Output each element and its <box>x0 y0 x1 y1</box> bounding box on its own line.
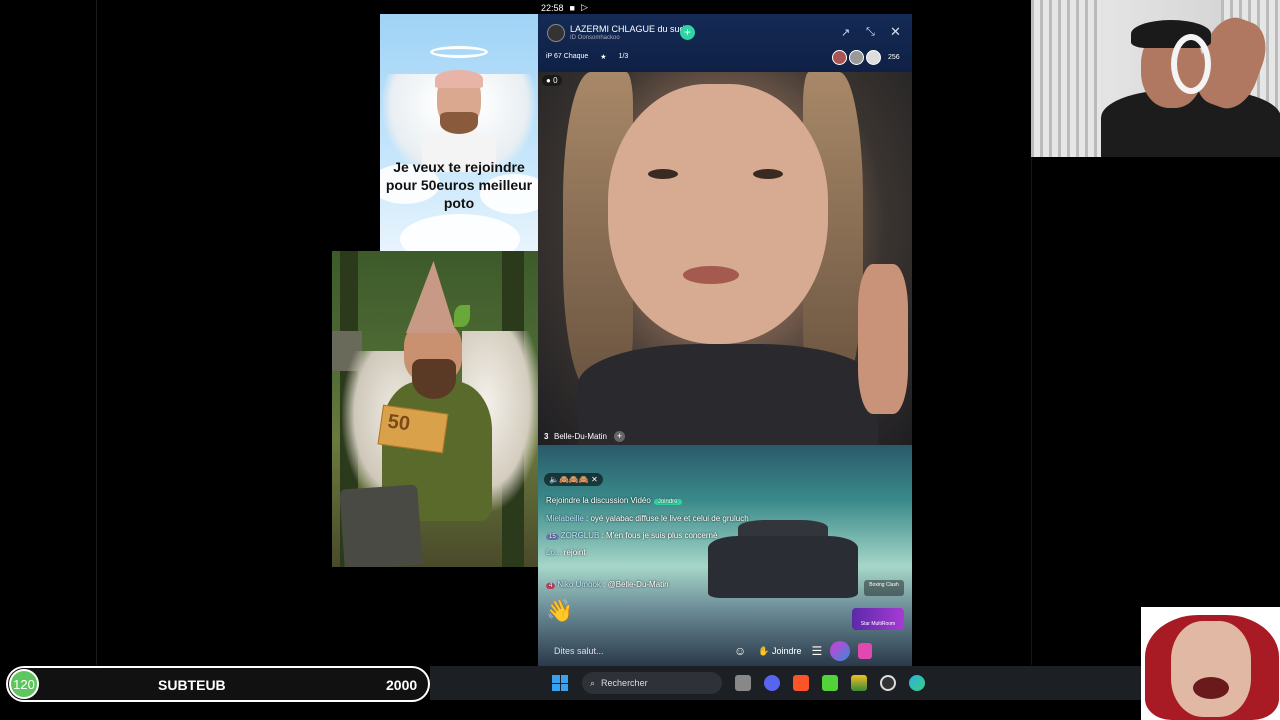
gravestone <box>339 484 423 567</box>
windows-start-icon[interactable] <box>552 675 568 691</box>
live-meta: iP 67 Chaque ★ 1/3 <box>546 53 628 61</box>
host-id: ID Oonsomhackoo <box>570 35 620 41</box>
task-view-icon[interactable] <box>735 675 751 691</box>
search-placeholder: Rechercher <box>601 678 648 688</box>
taskbar-search[interactable]: ⌕ Rechercher <box>582 672 722 694</box>
obs-icon[interactable] <box>880 675 896 691</box>
star-icon: ★ <box>600 54 607 61</box>
app-green-icon[interactable] <box>822 675 838 691</box>
record-icon: ■ <box>569 2 575 13</box>
close-icon[interactable]: ✕ <box>890 24 901 40</box>
minimize-icon[interactable]: ⤡ <box>866 26 875 39</box>
chat-message: 4 Niko Umook : @Belle-Du-Matin <box>546 580 669 589</box>
reaction-webcam <box>1141 607 1280 720</box>
windows-taskbar: ⌕ Rechercher <box>430 666 1141 700</box>
cast-icon: ▷ <box>580 2 588 12</box>
discord-icon[interactable] <box>764 675 780 691</box>
chat-filter-pill[interactable]: 🔈🙈🙈🙈 ✕ <box>544 473 603 486</box>
gift-box-icon[interactable] <box>858 643 873 659</box>
host-name[interactable]: LAZERMI CHLAGUE du sud <box>570 24 685 34</box>
live-stream-app: LAZERMI CHLAGUE du sud ID Oonsomhackoo +… <box>538 14 912 666</box>
coin-badge: ● 0 <box>542 75 562 86</box>
meme-caption: Je veux te rejoindre pour 50euros meille… <box>385 159 533 211</box>
emoji-icon[interactable]: ☺ <box>734 644 746 658</box>
multiroom-badge[interactable]: Star MultiRoom <box>852 608 904 630</box>
comment-input[interactable]: Dites salut... <box>554 646 724 656</box>
slots-label: 1/3 <box>618 53 629 60</box>
app-layers-icon[interactable] <box>851 675 867 691</box>
gift-icon[interactable] <box>830 641 851 661</box>
headphones <box>1171 34 1211 94</box>
live-bottom-bar: Dites salut... ☺ ✋ Joindre ☰ <box>538 636 912 666</box>
streamer-webcam <box>1031 0 1280 157</box>
goal-label: SUBTEUB <box>158 677 226 693</box>
search-icon: ⌕ <box>590 677 596 688</box>
menu-icon[interactable]: ☰ <box>812 644 823 658</box>
viewer-avatars[interactable] <box>832 50 881 65</box>
viewer-count[interactable]: 256 <box>888 54 900 61</box>
goal-target: 2000 <box>386 677 418 693</box>
guest-number: 3 <box>544 432 549 441</box>
boxing-clash-badge[interactable]: Boxing Clash <box>864 580 904 596</box>
chat-join-prompt[interactable]: Rejoindre la discussion Vidéo Joindre <box>546 496 682 505</box>
status-time: 22:58 <box>541 2 564 13</box>
screen-divider <box>1031 157 1032 665</box>
rank-label[interactable]: iP 67 Chaque <box>546 53 588 61</box>
wave-hand-icon: 👋 <box>546 598 574 623</box>
phone-status-bar: 22:58 ■ ▷ <box>538 0 912 15</box>
host-avatar[interactable] <box>547 24 565 42</box>
chat-message: Lo... rejoint <box>546 548 586 557</box>
guest-follow-button[interactable]: + <box>614 431 625 442</box>
live-header: LAZERMI CHLAGUE du sud ID Oonsomhackoo +… <box>538 14 912 72</box>
meme-angel-image: Je veux te rejoindre pour 50euros meille… <box>380 14 538 251</box>
guest-name[interactable]: Belle-Du-Matin <box>554 432 607 441</box>
share-icon[interactable]: ↗ <box>841 26 850 39</box>
sub-goal-bar: 120 SUBTEUB 2000 <box>6 666 430 702</box>
chat-message: 15 ZORGLUB : M'en fous je suis plus conce… <box>546 531 717 540</box>
follow-button[interactable]: + <box>680 25 695 40</box>
meme-gnome-image: 50 <box>332 251 542 567</box>
join-button[interactable]: ✋ Joindre <box>758 646 801 657</box>
goal-current: 120 <box>9 669 39 699</box>
halo-icon <box>430 46 488 58</box>
edge-icon[interactable] <box>909 675 925 691</box>
chat-message: Mielabeille : oyé yalabac diffuse le liv… <box>546 514 749 523</box>
screen-divider <box>96 0 97 665</box>
brave-icon[interactable] <box>793 675 809 691</box>
